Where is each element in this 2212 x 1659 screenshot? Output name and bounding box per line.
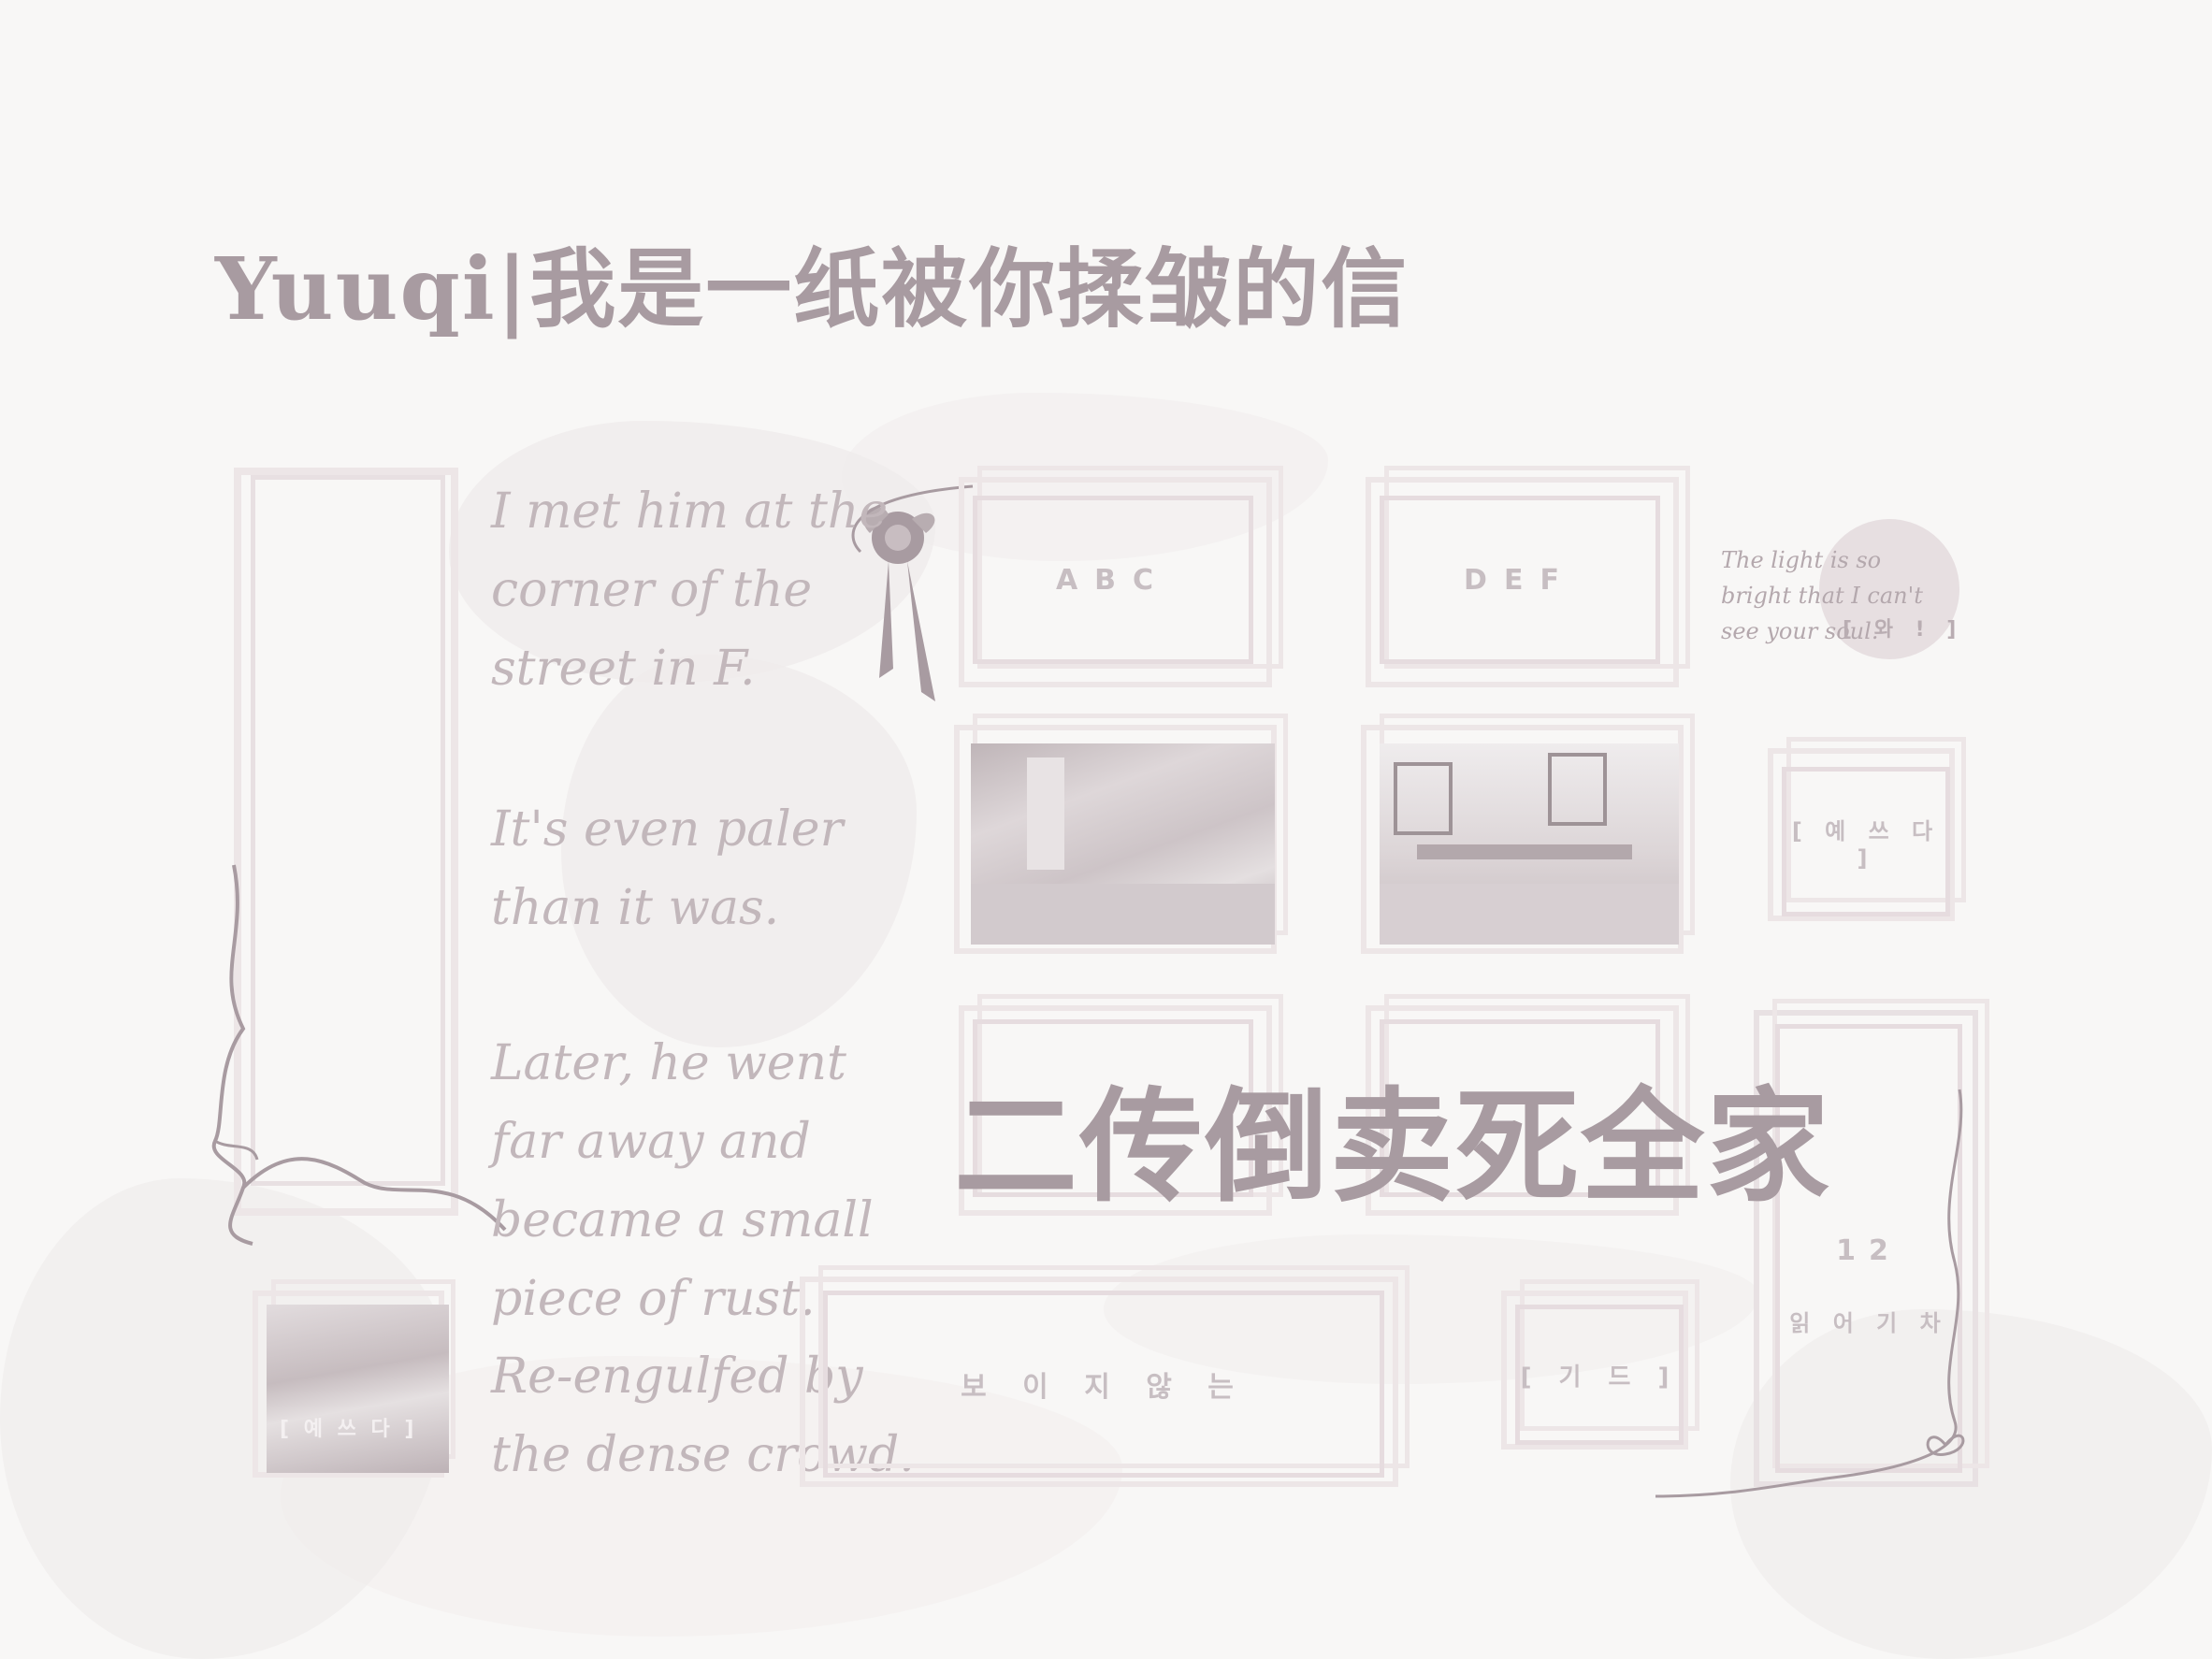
poem-stanza-1: I met him at the corner of the street in…: [491, 483, 889, 697]
wide-card[interactable]: 보 이 지 않 는: [823, 1291, 1384, 1478]
card-def-label: DEF: [1464, 563, 1576, 597]
bracket-card-label: [ 예 쓰 다 ]: [1791, 817, 1941, 872]
bracket-card[interactable]: [ 예 쓰 다 ]: [1782, 767, 1950, 916]
poem-stanza-2: It's even paler than it was.: [491, 801, 844, 936]
photo-small-label: [ 예 쓰 다 ]: [280, 1418, 418, 1441]
photo-small: [ 예 쓰 다 ]: [267, 1305, 449, 1473]
card-def[interactable]: DEF: [1380, 496, 1660, 664]
photo-building: [1380, 743, 1679, 945]
ribbon-icon: [211, 864, 507, 1246]
wide-card-label: 보 이 지 않 는: [961, 1371, 1247, 1404]
card-abc[interactable]: ABC: [973, 496, 1253, 664]
gidu-card-label: [ 기 드 ]: [1520, 1363, 1679, 1392]
overlay-warning-text: 二传倒卖死全家: [954, 1075, 1831, 1219]
gidu-card[interactable]: [ 기 드 ]: [1515, 1305, 1684, 1445]
card-abc-label: ABC: [1055, 563, 1171, 597]
photo-bedroom: [971, 743, 1275, 945]
bracket-small: [ 와 ! ]: [1843, 618, 1964, 642]
page-title: Yuuqi|我是一纸被你揉皱的信: [215, 238, 1410, 339]
